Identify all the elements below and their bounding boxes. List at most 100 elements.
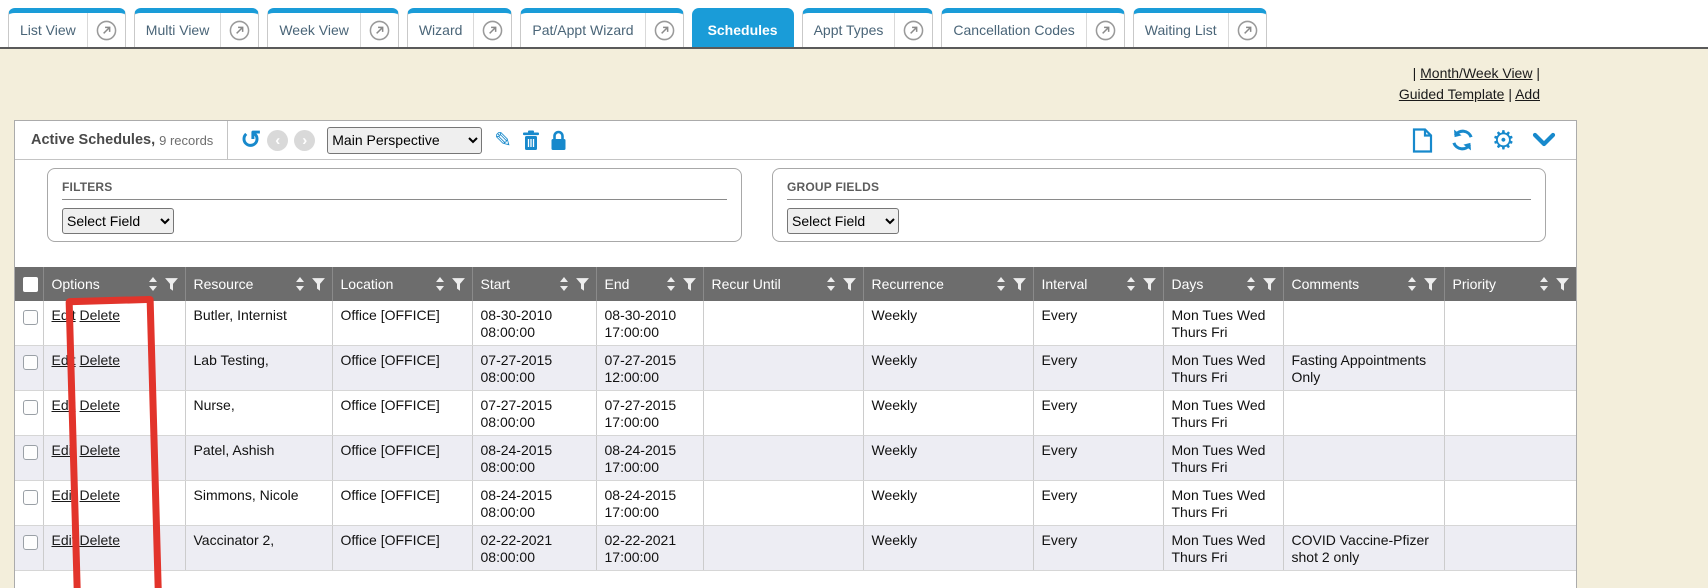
filter-funnel-icon[interactable] [1555,277,1570,292]
popout-icon[interactable] [1229,20,1266,41]
filter-funnel-icon[interactable] [1012,277,1027,292]
filter-funnel-icon[interactable] [842,277,857,292]
filter-funnel-icon[interactable] [1262,277,1277,292]
row-checkbox[interactable] [23,445,38,460]
next-perspective-icon[interactable]: › [294,130,315,151]
delete-link[interactable]: Delete [80,442,120,458]
filter-funnel-icon[interactable] [575,277,590,292]
column-header-start[interactable]: Start [472,267,596,301]
row-checkbox[interactable] [23,310,38,325]
row-checkbox[interactable] [23,400,38,415]
column-header-resource[interactable]: Resource [185,267,332,301]
row-checkbox[interactable] [23,490,38,505]
column-header-priority[interactable]: Priority [1444,267,1576,301]
filter-funnel-icon[interactable] [682,277,697,292]
edit-link[interactable]: Edit [52,352,76,368]
edit-perspective-pencil-icon[interactable]: ✎ [494,130,512,151]
tab-multi-view[interactable]: Multi View [134,8,260,47]
edit-link[interactable]: Edit [52,532,76,548]
column-header-interval[interactable]: Interval [1033,267,1163,301]
filter-funnel-icon[interactable] [311,277,326,292]
edit-link[interactable]: Edit [52,442,76,458]
tab-cancellation-codes[interactable]: Cancellation Codes [941,8,1124,47]
refresh-icon[interactable] [1450,128,1475,152]
location-cell: Office [OFFICE] [332,391,472,436]
popout-icon[interactable] [361,20,398,41]
edit-link[interactable]: Edit [52,487,76,503]
tab-waiting-list[interactable]: Waiting List [1133,8,1267,47]
popout-icon[interactable] [221,20,258,41]
separator: | [1536,65,1540,81]
edit-link[interactable]: Edit [52,307,76,323]
collapse-chevron-icon[interactable] [1532,132,1556,148]
sort-icon[interactable] [295,276,305,292]
popout-icon[interactable] [895,20,932,41]
filters-select-field[interactable]: Select Field [62,208,174,234]
tab-schedules[interactable]: Schedules [692,8,794,47]
group-fields-select-field[interactable]: Select Field [787,208,899,234]
tab-list-view[interactable]: List View [8,8,126,47]
add-link[interactable]: Add [1515,86,1540,102]
recur-until-cell [703,526,863,571]
column-header-options[interactable]: Options [43,267,185,301]
tab-label: Schedules [693,22,793,38]
column-header-recurrence[interactable]: Recurrence [863,267,1033,301]
edit-link[interactable]: Edit [52,397,76,413]
delete-perspective-trash-icon[interactable] [522,130,540,151]
prev-perspective-icon[interactable]: ‹ [267,130,288,151]
sort-icon[interactable] [148,276,158,292]
sort-icon[interactable] [435,276,445,292]
sort-icon[interactable] [996,276,1006,292]
popout-icon[interactable] [474,20,511,41]
sort-icon[interactable] [1126,276,1136,292]
row-checkbox[interactable] [23,535,38,550]
days-cell: Mon Tues Wed Thurs Fri [1163,436,1283,481]
tab-pat-appt-wizard[interactable]: Pat/Appt Wizard [520,8,683,47]
filter-funnel-icon[interactable] [1142,277,1157,292]
sort-icon[interactable] [826,276,836,292]
filter-funnel-icon[interactable] [451,277,466,292]
undo-icon[interactable]: ↺ [240,129,261,151]
sort-icon[interactable] [1246,276,1256,292]
column-header-comments[interactable]: Comments [1283,267,1444,301]
tab-label: List View [9,22,87,38]
sort-icon[interactable] [1539,276,1549,292]
delete-link[interactable]: Delete [80,487,120,503]
sort-icon[interactable] [1407,276,1417,292]
table-row: Edit Delete Butler, Internist Office [OF… [15,301,1576,346]
delete-link[interactable]: Delete [80,352,120,368]
tab-week-view[interactable]: Week View [267,8,399,47]
new-document-icon[interactable] [1412,128,1433,153]
end-cell: 08-24-2015 17:00:00 [596,481,703,526]
guided-template-link[interactable]: Guided Template [1399,86,1505,102]
column-label: Days [1172,276,1204,292]
row-checkbox[interactable] [23,355,38,370]
recurrence-cell: Weekly [863,481,1033,526]
delete-link[interactable]: Delete [80,397,120,413]
filters-title: FILTERS [62,180,113,194]
column-header-days[interactable]: Days [1163,267,1283,301]
resource-cell: Simmons, Nicole [185,481,332,526]
lock-perspective-icon[interactable] [550,130,567,151]
month-week-view-link[interactable]: Month/Week View [1420,65,1532,81]
priority-cell [1444,301,1576,346]
filter-funnel-icon[interactable] [1423,277,1438,292]
priority-cell [1444,436,1576,481]
tab-appt-types[interactable]: Appt Types [802,8,934,47]
perspective-select[interactable]: Main Perspective [327,127,482,154]
filter-funnel-icon[interactable] [164,277,179,292]
popout-icon[interactable] [88,20,125,41]
delete-link[interactable]: Delete [80,307,120,323]
sort-icon[interactable] [666,276,676,292]
popout-icon[interactable] [1087,20,1124,41]
column-header-location[interactable]: Location [332,267,472,301]
sort-icon[interactable] [559,276,569,292]
select-all-checkbox[interactable] [23,277,38,292]
column-header-recur-until[interactable]: Recur Until [703,267,863,301]
settings-gear-icon[interactable]: ⚙ [1492,130,1515,151]
column-header-end[interactable]: End [596,267,703,301]
popout-icon[interactable] [646,20,683,41]
tab-wizard[interactable]: Wizard [407,8,513,47]
column-label: Recurrence [872,276,944,292]
delete-link[interactable]: Delete [80,532,120,548]
